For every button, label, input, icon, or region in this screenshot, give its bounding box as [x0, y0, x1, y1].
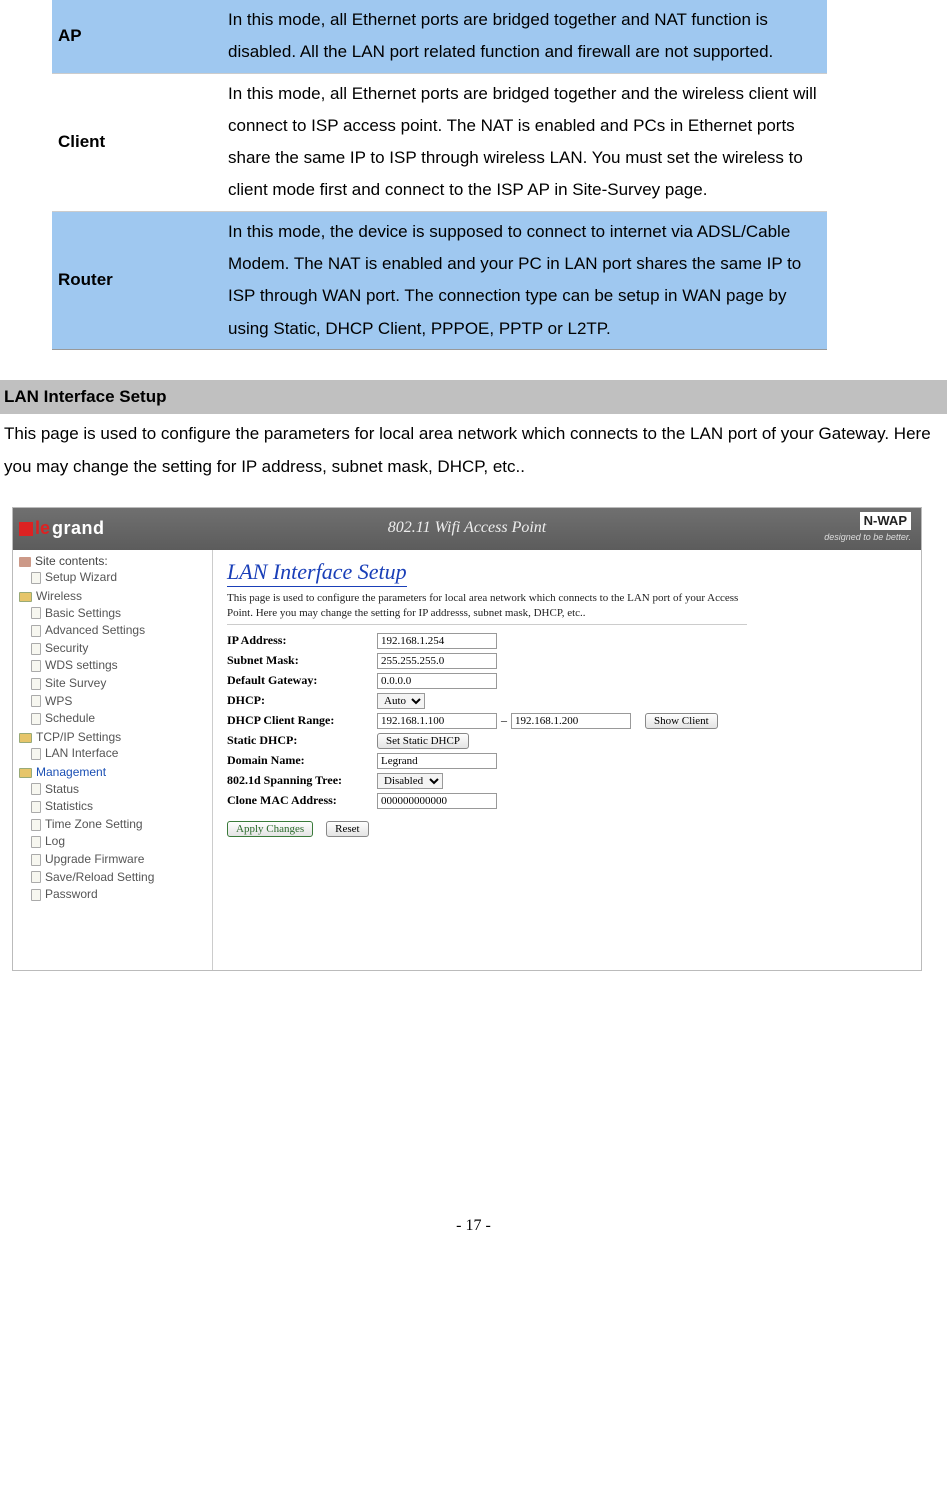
- dhcp-select[interactable]: Auto: [377, 693, 425, 709]
- dhcp-label: DHCP:: [227, 693, 377, 709]
- sidebar-item-schedule[interactable]: Schedule: [31, 710, 212, 728]
- book-icon: [19, 557, 31, 567]
- page-number: - 17 -: [0, 1211, 947, 1241]
- sidebar-item-site-survey[interactable]: Site Survey: [31, 675, 212, 693]
- sidebar-item-wds-settings[interactable]: WDS settings: [31, 657, 212, 675]
- sidebar-group-tcpip[interactable]: TCP/IP Settings: [13, 730, 212, 746]
- mode-desc-router: In this mode, the device is supposed to …: [222, 211, 827, 349]
- static-dhcp-label: Static DHCP:: [227, 733, 377, 749]
- sidebar-item-time-zone[interactable]: Time Zone Setting: [31, 816, 212, 834]
- sidebar: Site contents: Setup Wizard Wireless Bas…: [13, 550, 213, 970]
- brand-text-1: le: [35, 517, 50, 540]
- apply-changes-button[interactable]: Apply Changes: [227, 821, 313, 837]
- header-title: 802.11 Wifi Access Point: [13, 518, 921, 539]
- mode-label-router: Router: [52, 211, 222, 349]
- gateway-input[interactable]: [377, 673, 497, 689]
- range-to-input[interactable]: [511, 713, 631, 729]
- sidebar-item-security[interactable]: Security: [31, 640, 212, 658]
- section-title: LAN Interface Setup: [0, 380, 947, 414]
- main-panel: LAN Interface Setup This page is used to…: [213, 550, 921, 970]
- sidebar-item-save-reload[interactable]: Save/Reload Setting: [31, 869, 212, 887]
- clone-mac-label: Clone MAC Address:: [227, 793, 377, 809]
- range-label: DHCP Client Range:: [227, 713, 377, 729]
- page-icon: [31, 854, 41, 866]
- app-header: legrand 802.11 Wifi Access Point N-WAP d…: [13, 508, 921, 550]
- page-icon: [31, 713, 41, 725]
- page-icon: [31, 607, 41, 619]
- stp-select[interactable]: Disabled: [377, 773, 443, 789]
- folder-icon: [19, 592, 32, 602]
- sidebar-item-lan-interface[interactable]: LAN Interface: [31, 745, 212, 763]
- mask-label: Subnet Mask:: [227, 653, 377, 669]
- range-from-input[interactable]: [377, 713, 497, 729]
- panel-desc: This page is used to configure the param…: [227, 591, 747, 625]
- page-icon: [31, 748, 41, 760]
- sidebar-item-basic-settings[interactable]: Basic Settings: [31, 605, 212, 623]
- ip-label: IP Address:: [227, 633, 377, 649]
- stp-label: 802.1d Spanning Tree:: [227, 773, 377, 789]
- page-icon: [31, 871, 41, 883]
- brand-square-icon: [19, 522, 33, 536]
- folder-icon: [19, 768, 32, 778]
- sidebar-item-statistics[interactable]: Statistics: [31, 798, 212, 816]
- page-icon: [31, 836, 41, 848]
- range-dash: –: [501, 713, 507, 729]
- panel-title: LAN Interface Setup: [227, 558, 407, 588]
- page-icon: [31, 643, 41, 655]
- page-icon: [31, 625, 41, 637]
- show-client-button[interactable]: Show Client: [645, 713, 718, 729]
- sidebar-item-log[interactable]: Log: [31, 833, 212, 851]
- sidebar-item-advanced-settings[interactable]: Advanced Settings: [31, 622, 212, 640]
- clone-mac-input[interactable]: [377, 793, 497, 809]
- sidebar-item-password[interactable]: Password: [31, 886, 212, 904]
- page-icon: [31, 889, 41, 901]
- page-icon: [31, 783, 41, 795]
- sidebar-item-upgrade-firmware[interactable]: Upgrade Firmware: [31, 851, 212, 869]
- header-right: N-WAP designed to be better.: [824, 514, 921, 545]
- page-icon: [31, 695, 41, 707]
- mode-desc-client: In this mode, all Ethernet ports are bri…: [222, 73, 827, 211]
- mode-label-ap: AP: [52, 0, 222, 73]
- page-icon: [31, 660, 41, 672]
- embedded-screenshot: legrand 802.11 Wifi Access Point N-WAP d…: [12, 507, 922, 971]
- page-icon: [31, 819, 41, 831]
- mask-input[interactable]: [377, 653, 497, 669]
- sidebar-item-wps[interactable]: WPS: [31, 693, 212, 711]
- mode-desc-ap: In this mode, all Ethernet ports are bri…: [222, 0, 827, 73]
- folder-icon: [19, 733, 32, 743]
- page-icon: [31, 572, 41, 584]
- domain-input[interactable]: [377, 753, 497, 769]
- tagline: designed to be better.: [824, 532, 911, 544]
- nwap-badge: N-WAP: [860, 512, 911, 531]
- ip-input[interactable]: [377, 633, 497, 649]
- brand-text-2: grand: [52, 517, 105, 540]
- modes-table: AP In this mode, all Ethernet ports are …: [52, 0, 827, 350]
- reset-button[interactable]: Reset: [326, 821, 368, 837]
- domain-label: Domain Name:: [227, 753, 377, 769]
- sidebar-title: Site contents:: [13, 554, 212, 570]
- brand-logo: legrand: [13, 517, 105, 540]
- page-icon: [31, 678, 41, 690]
- sidebar-group-wireless[interactable]: Wireless: [13, 589, 212, 605]
- page-icon: [31, 801, 41, 813]
- mode-label-client: Client: [52, 73, 222, 211]
- section-body: This page is used to configure the param…: [0, 414, 947, 487]
- gateway-label: Default Gateway:: [227, 673, 377, 689]
- sidebar-group-management[interactable]: Management: [13, 765, 212, 781]
- sidebar-item-status[interactable]: Status: [31, 781, 212, 799]
- set-static-dhcp-button[interactable]: Set Static DHCP: [377, 733, 469, 749]
- sidebar-item-setup-wizard[interactable]: Setup Wizard: [31, 569, 212, 587]
